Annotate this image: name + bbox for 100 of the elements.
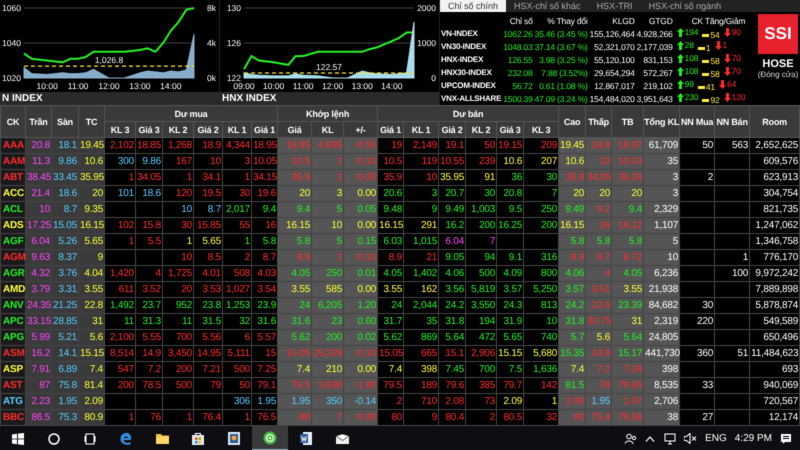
people-icon[interactable]: [625, 432, 638, 444]
table-cell: 398: [644, 362, 680, 378]
table-cell: 210: [312, 362, 344, 378]
exchange-name: HOSE: [762, 58, 794, 70]
table-cell: 0.60: [344, 314, 378, 330]
index-name: VN30-INDEX: [440, 41, 488, 53]
column-header: Giá 3: [496, 122, 524, 138]
table-cell: 10.03: [612, 154, 644, 170]
table-cell: 3: [312, 186, 344, 202]
table-cell: 33.45: [52, 170, 78, 186]
table-cell: 200: [466, 218, 497, 234]
index-value: 1500.39: [502, 92, 534, 105]
table-cell: 120: [162, 186, 194, 202]
chart-title: N INDEX: [0, 92, 219, 105]
table-cell: 3.55: [378, 282, 404, 298]
advancers-count: 108: [684, 53, 698, 63]
logo: SSI: [758, 14, 798, 54]
tab[interactable]: HSX-TRI: [588, 0, 641, 12]
table-cell: 3.55: [78, 282, 104, 298]
table-cell: 1,636: [524, 362, 559, 378]
stock-symbol: AGR: [0, 266, 26, 282]
axis-label: 0k: [207, 73, 216, 83]
group-header: Dư mua: [104, 106, 278, 122]
table-cell: 38.45: [26, 170, 52, 186]
column-header: KLGD: [611, 14, 636, 27]
table-cell: 209: [524, 138, 559, 154]
table-cell: 1: [222, 170, 252, 186]
notification-icon[interactable]: [780, 432, 792, 444]
reference-value: 1,026.8: [94, 55, 124, 66]
table-cell: 7: [312, 410, 344, 426]
table-cell: 21: [404, 250, 439, 266]
column-header: Cao: [558, 106, 586, 138]
table-cell: 76.5: [252, 410, 278, 426]
axis-label: 11:00: [292, 81, 314, 91]
table-cell: 86.5: [26, 410, 52, 426]
table-cell: 2.08: [438, 394, 466, 410]
stock-symbol: ASM: [0, 346, 26, 362]
table-cell: 200: [104, 378, 136, 394]
index-change: 3.98 (3.25 %): [538, 54, 589, 66]
table-cell: 142: [524, 378, 559, 394]
table-cell: 15.15: [78, 346, 104, 362]
table-cell: 1: [714, 250, 750, 266]
table-cell: 3: [644, 186, 680, 202]
table-cell: 8,535: [644, 378, 680, 394]
table-cell: 9.35: [78, 202, 104, 218]
stock-symbol: ADS: [0, 218, 26, 234]
table-cell: 2: [222, 250, 252, 266]
table-cell: 952: [162, 298, 194, 314]
column-header: TB: [612, 106, 644, 138]
table-cell: 20: [558, 186, 586, 202]
column-header: CK: [0, 106, 26, 138]
table-cell: 10.55: [438, 154, 466, 170]
column-header: KL 1: [222, 122, 252, 138]
table-cell: 34.1: [194, 170, 222, 186]
task-view-icon: [84, 432, 96, 444]
table-cell: 10.6: [558, 154, 586, 170]
table-cell: 1,015: [404, 234, 439, 250]
table-cell: 17.25: [26, 218, 52, 234]
table-cell: 18.95: [278, 138, 312, 154]
network-icon[interactable]: [663, 432, 676, 444]
clock[interactable]: 4:29 PM: [734, 433, 772, 444]
table-cell: 1: [312, 154, 344, 170]
muted-speaker-icon[interactable]: [684, 433, 698, 444]
table-cell: 5: [312, 202, 344, 218]
table-cell: 80.9: [78, 410, 104, 426]
tab[interactable]: HSX-chỉ số khác: [506, 0, 589, 12]
table-cell: 76.58: [612, 410, 644, 426]
table-cell: 15.35: [558, 346, 586, 362]
table-cell: 8.9: [378, 250, 404, 266]
table-cell: 0.05: [344, 202, 378, 218]
table-cell: 21.4: [26, 186, 52, 202]
tab[interactable]: HSX-chỉ số ngành: [640, 0, 730, 12]
table-cell: 3: [404, 186, 439, 202]
index-name: HNX-INDEX: [440, 54, 484, 66]
table-cell: 73: [466, 394, 497, 410]
taskbar-button[interactable]: [252, 426, 288, 450]
table-cell: 1,027: [222, 282, 252, 298]
chevron-up-icon[interactable]: [645, 436, 656, 442]
table-cell: 776,170: [750, 250, 800, 266]
table-cell: 20: [162, 282, 194, 298]
column-header: KL 3: [524, 122, 559, 138]
table-cell: 91: [466, 170, 497, 186]
table-cell: 35: [404, 314, 439, 330]
table-cell: -0.10: [344, 250, 378, 266]
trade-volume: 154,484,020: [588, 92, 636, 105]
table-cell: 3,930: [312, 378, 344, 394]
table-cell: 9.48: [378, 202, 404, 218]
axis-label: 11:00: [68, 81, 88, 91]
table-cell: 5.64: [438, 330, 466, 346]
table-cell: 1,492: [104, 298, 136, 314]
table-cell: 19.6: [252, 186, 278, 202]
table-cell: 19.5: [194, 186, 222, 202]
table-cell: 5.5: [136, 234, 162, 250]
table-cell: 18.9: [194, 138, 222, 154]
table-cell: 3.52: [136, 282, 162, 298]
column-header: Chỉ số: [508, 14, 534, 27]
tab[interactable]: Chỉ số chính: [440, 0, 506, 12]
language-indicator[interactable]: ENG: [705, 433, 727, 444]
table-cell: 31.6: [252, 314, 278, 330]
axis-label: 2000: [417, 3, 436, 13]
